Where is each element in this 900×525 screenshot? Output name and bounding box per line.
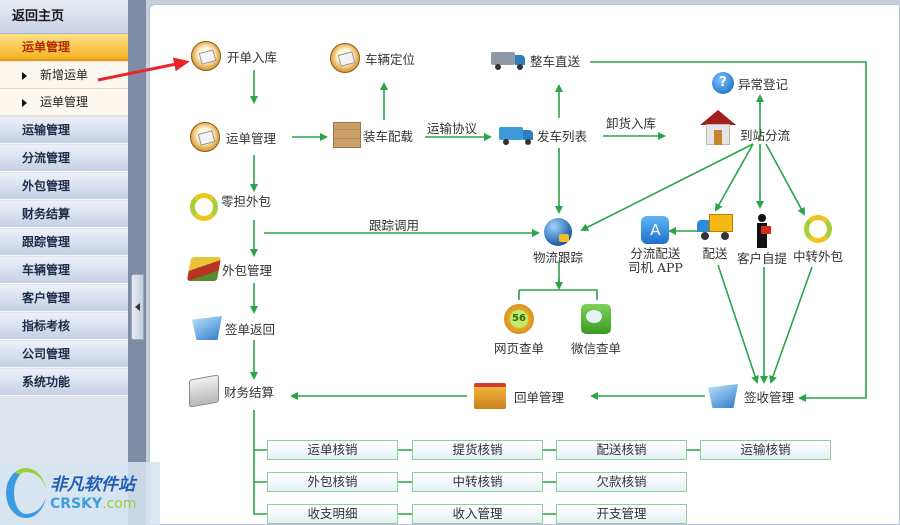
cash-register-icon <box>189 374 219 408</box>
globe-icon <box>544 218 572 246</box>
finance-tree-trunk <box>253 410 267 515</box>
node-zhongzhuan-waibao[interactable]: 中转外包 <box>793 215 843 265</box>
finance-box[interactable]: 配送核销 <box>556 440 687 460</box>
edge-label-genzong-diaoyong: 跟踪调用 <box>369 218 420 233</box>
person-icon <box>755 214 771 248</box>
node-kaidan-ruku[interactable]: 开单入库 <box>191 41 277 71</box>
node-qiandan-fanhui[interactable]: 签单返回 <box>192 316 275 340</box>
finance-box[interactable]: 收入管理 <box>412 504 543 524</box>
finance-box[interactable]: 中转核销 <box>412 472 543 492</box>
node-fenliu-peisong-app[interactable]: A 分流配送 司机 APP <box>628 216 683 275</box>
finance-box[interactable]: 运输核销 <box>700 440 831 460</box>
node-wuliu-genzong[interactable]: 物流跟踪 <box>533 218 583 266</box>
annotation-arrow <box>97 57 190 82</box>
question-icon: ? <box>712 72 734 94</box>
watermark: 非凡软件站 CRSKY.com <box>0 462 160 525</box>
cargo-boxes-icon <box>333 122 361 148</box>
node-huidan-guanli[interactable]: 回单管理 <box>474 383 564 409</box>
vehicle-location-icon <box>330 43 360 73</box>
edge-peisong-qianshou <box>717 264 759 384</box>
open-order-icon <box>191 41 221 71</box>
signed-folder-icon <box>192 316 222 340</box>
truck-icon <box>499 125 535 145</box>
node-caiwu-jiesuan[interactable]: 财务结算 <box>189 374 274 408</box>
app-window: 返回主页 运单管理 新增运单 运单管理 运输管理 分流管理 外包管理 财务结算 跟踪管理 车辆管… <box>0 0 900 525</box>
house-icon <box>700 110 736 146</box>
node-cheliang-dingwei[interactable]: 车辆定位 <box>330 43 415 73</box>
finance-box[interactable]: 运单核销 <box>267 440 398 460</box>
edge-query-split <box>518 289 598 300</box>
node-waibao-guanli[interactable]: 外包管理 <box>186 257 272 281</box>
node-lingdan-waibao[interactable]: 零担外包 <box>190 193 271 221</box>
app-store-icon: A <box>641 216 670 244</box>
node-daozhan-fenliu[interactable]: 到站分流 <box>700 110 790 146</box>
folders-icon <box>474 383 506 409</box>
finance-box[interactable]: 欠款核销 <box>556 472 687 492</box>
node-kehu-ziti[interactable]: 客户自提 <box>737 214 787 267</box>
finance-box[interactable]: 外包核销 <box>267 472 398 492</box>
finance-box[interactable]: 收支明细 <box>267 504 398 524</box>
node-peisong[interactable]: 配送 <box>697 214 733 262</box>
node-fache-liebiao[interactable]: 发车列表 <box>499 125 587 145</box>
node-qianshou-guanli[interactable]: 签收管理 <box>708 384 794 408</box>
node-wangye-chadan[interactable]: 56 网页查单 <box>494 304 544 357</box>
edge-daozhan-zhongzhuan <box>765 143 805 216</box>
edge-label-xiehuo-ruku: 卸货入库 <box>606 116 657 131</box>
node-yichang-dengji[interactable]: ? 异常登记 <box>712 72 788 94</box>
waybill-icon <box>190 122 220 152</box>
wechat-icon <box>581 304 611 334</box>
node-zhuangche-peizai[interactable]: 装车配载 <box>333 122 413 148</box>
books-icon <box>186 257 222 281</box>
finance-box[interactable]: 开支管理 <box>556 504 687 524</box>
node-yundan-guanli[interactable]: 运单管理 <box>190 122 276 152</box>
recycle-icon <box>804 215 832 243</box>
crsky-logo-icon <box>6 468 46 518</box>
edge-zhongzhuan-qianshou <box>769 266 813 384</box>
delivery-truck-icon <box>697 214 733 242</box>
web-search-icon: 56 <box>504 304 534 334</box>
edge-label-yunshu-xieyi: 运输协议 <box>427 121 478 136</box>
recycle-icon <box>190 193 218 221</box>
node-weixin-chadan[interactable]: 微信查单 <box>571 304 621 357</box>
signed-folder-icon <box>708 384 738 408</box>
full-truck-icon <box>491 50 527 70</box>
node-zhengche-zhisong[interactable]: 整车直送 <box>491 50 580 70</box>
finance-box[interactable]: 提货核销 <box>412 440 543 460</box>
